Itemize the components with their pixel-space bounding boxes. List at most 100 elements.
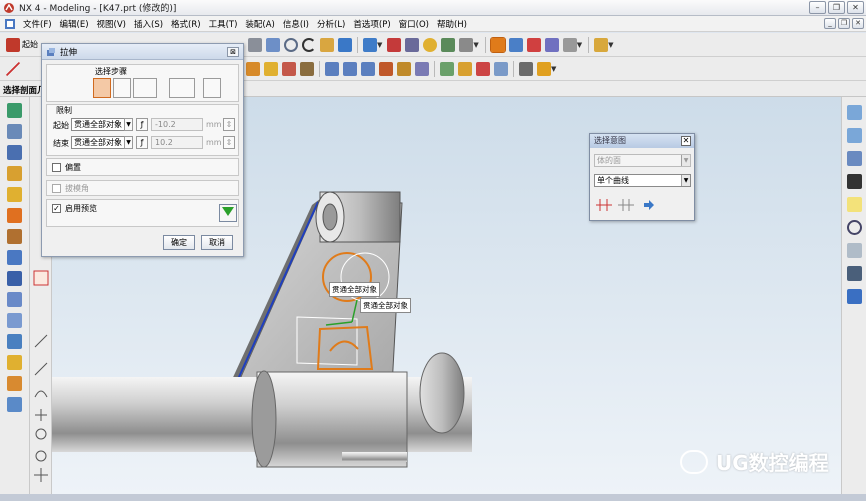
menu-window[interactable]: 窗口(O)	[395, 18, 433, 30]
doc-restore-button[interactable]: ❐	[838, 18, 850, 29]
draft-icon[interactable]	[379, 61, 393, 76]
end-type-dropdown[interactable]: ▼	[124, 136, 133, 149]
restore-button[interactable]: ❐	[828, 1, 845, 14]
start-value-field[interactable]: -10.2	[151, 118, 203, 131]
ok-button[interactable]: 确定	[163, 235, 195, 250]
sketch-section-button[interactable]	[113, 78, 131, 98]
extract-icon[interactable]	[264, 61, 278, 76]
sphere-icon[interactable]	[423, 37, 438, 52]
start-label[interactable]: 起始	[22, 39, 38, 50]
end-spin-button[interactable]: ⇕	[223, 136, 235, 149]
cone-icon[interactable]	[7, 208, 22, 223]
doc-close-button[interactable]: ✕	[852, 18, 864, 29]
snap-icon[interactable]	[562, 37, 577, 52]
extrude-icon[interactable]	[7, 124, 22, 139]
chevron-down-icon[interactable]: ▼	[608, 41, 613, 49]
chevron-down-icon[interactable]: ▼	[473, 41, 478, 49]
slot-icon[interactable]	[7, 313, 22, 328]
pan-icon[interactable]	[320, 37, 334, 52]
wireframe-cube-icon[interactable]	[405, 37, 420, 52]
history-icon[interactable]	[847, 220, 862, 235]
end-value-field[interactable]: 10.2	[151, 136, 203, 149]
move-icon[interactable]	[519, 61, 533, 76]
system-scene-icon[interactable]	[847, 243, 862, 258]
start-formula-button[interactable]: ƒ	[136, 118, 148, 131]
select-edge-icon[interactable]	[544, 37, 559, 52]
follow-fillet-icon[interactable]	[617, 198, 635, 212]
orient-view-icon[interactable]	[363, 37, 377, 52]
selection-intent-title[interactable]: 选择意图	[590, 134, 694, 148]
close-button[interactable]: ✕	[847, 1, 864, 14]
pattern-icon[interactable]	[440, 61, 454, 76]
layer-icon[interactable]	[441, 37, 456, 52]
menu-information[interactable]: 信息(I)	[279, 18, 313, 30]
boss-icon[interactable]	[7, 250, 22, 265]
minimize-button[interactable]: –	[809, 1, 826, 14]
menu-tools[interactable]: 工具(T)	[205, 18, 242, 30]
menu-insert[interactable]: 插入(S)	[130, 18, 167, 30]
revolve-icon[interactable]	[7, 145, 22, 160]
stop-at-intersection-icon[interactable]	[595, 198, 613, 212]
pad-icon[interactable]	[7, 292, 22, 307]
section-step-button[interactable]	[93, 78, 111, 98]
edge-blend-icon[interactable]	[325, 61, 339, 76]
shaded-cube-icon[interactable]	[387, 37, 402, 52]
select-icon[interactable]	[489, 36, 506, 53]
face-filter-select[interactable]: 体的面 ▼	[594, 154, 691, 167]
trim-body-icon[interactable]	[246, 61, 260, 76]
web-browser-icon[interactable]	[847, 289, 862, 304]
block-icon[interactable]	[7, 166, 22, 181]
curve-rule-select[interactable]: 单个曲线 ▼	[594, 174, 691, 187]
doc-minimize-button[interactable]: _	[824, 18, 836, 29]
direction-step-button[interactable]	[133, 78, 157, 98]
menu-view[interactable]: 视图(V)	[93, 18, 130, 30]
thicken-icon[interactable]	[476, 61, 490, 76]
unite-icon[interactable]	[7, 355, 22, 370]
reuse-library-icon[interactable]	[847, 151, 862, 166]
measure-icon[interactable]	[594, 37, 609, 52]
select-face-icon[interactable]	[508, 37, 523, 52]
color-icon[interactable]	[459, 37, 474, 52]
help-icon[interactable]	[847, 197, 862, 212]
menu-edit[interactable]: 编辑(E)	[56, 18, 93, 30]
thin-rod[interactable]	[342, 452, 407, 462]
cylinder-icon[interactable]	[7, 187, 22, 202]
zoom-icon[interactable]	[284, 37, 298, 52]
start-type-dropdown[interactable]: ▼	[124, 118, 133, 131]
shaft-end[interactable]	[419, 352, 465, 434]
mirror-icon[interactable]	[458, 61, 472, 76]
menu-help[interactable]: 帮助(H)	[433, 18, 471, 30]
menu-assemblies[interactable]: 装配(A)	[241, 18, 278, 30]
show-result-button[interactable]	[219, 204, 237, 222]
intersect-icon[interactable]	[7, 397, 22, 412]
end-formula-button[interactable]: ƒ	[136, 136, 148, 149]
zoom-window-icon[interactable]	[266, 37, 280, 52]
start-spin-button[interactable]: ⇕	[223, 118, 235, 131]
hd3d-icon[interactable]	[847, 266, 862, 281]
chevron-down-icon[interactable]: ▼	[377, 41, 382, 49]
close-icon[interactable]: ⊠	[227, 47, 239, 57]
hole-icon[interactable]	[7, 229, 22, 244]
assembly-navigator-icon[interactable]	[847, 105, 862, 120]
menu-file[interactable]: 文件(F)	[19, 18, 56, 30]
select-body-icon[interactable]	[526, 37, 541, 52]
split-icon[interactable]	[300, 61, 314, 76]
groove-icon[interactable]	[7, 334, 22, 349]
cancel-button[interactable]: 取消	[201, 235, 233, 250]
render-style-icon[interactable]	[248, 37, 262, 52]
subtract-icon[interactable]	[7, 376, 22, 391]
shell-icon[interactable]	[494, 61, 508, 76]
sketch-icon[interactable]	[7, 103, 22, 118]
menu-analysis[interactable]: 分析(L)	[313, 18, 349, 30]
roles-icon[interactable]	[847, 174, 862, 189]
scale-icon[interactable]	[415, 61, 429, 76]
draft-checkbox[interactable]	[52, 184, 61, 193]
boolean-step-button[interactable]	[169, 78, 195, 98]
sew-icon[interactable]	[282, 61, 296, 76]
chamfer-icon[interactable]	[343, 61, 357, 76]
collar-face[interactable]	[251, 370, 277, 468]
menu-format[interactable]: 格式(R)	[167, 18, 205, 30]
close-icon[interactable]: ✕	[681, 136, 691, 146]
perspective-icon[interactable]	[338, 37, 352, 52]
start-icon[interactable]	[6, 37, 20, 52]
